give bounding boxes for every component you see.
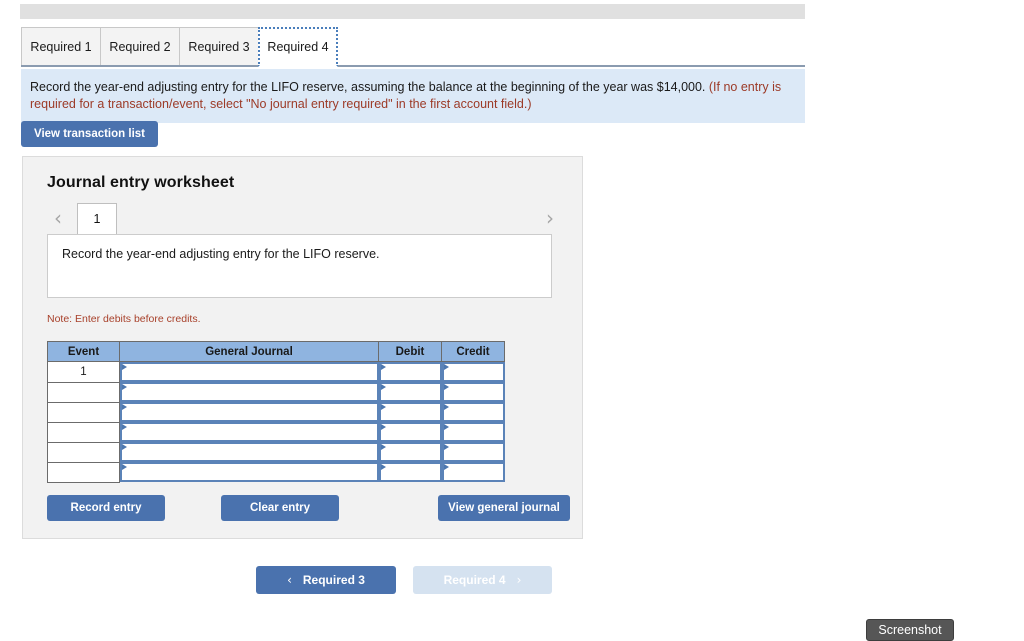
credit-cell[interactable] [441, 462, 505, 482]
debit-cell[interactable] [378, 422, 442, 442]
general-journal-input[interactable] [120, 402, 379, 422]
debit-input[interactable] [378, 422, 442, 442]
bottom-navigation: ‹ Required 3 Required 4 › [256, 566, 552, 594]
worksheet-description-box: Record the year-end adjusting entry for … [47, 234, 552, 298]
tab-label: Required 4 [267, 40, 329, 54]
tab-label: Required 1 [30, 39, 92, 54]
credit-cell[interactable] [441, 382, 505, 402]
general-journal-cell[interactable] [120, 462, 379, 482]
general-journal-cell[interactable] [120, 442, 379, 462]
column-header-event: Event [47, 341, 120, 362]
table-row [47, 381, 505, 403]
event-number-cell [47, 461, 120, 483]
screenshot-button[interactable]: Screenshot [866, 619, 954, 641]
table-row [47, 441, 505, 463]
top-gray-strip [20, 4, 805, 19]
previous-required-label: Required 3 [302, 573, 365, 587]
debit-cell[interactable] [378, 462, 442, 482]
column-header-credit: Credit [441, 341, 505, 362]
worksheet-pager: ‹ 1 › [47, 203, 559, 234]
required-tab-bar: Required 1 Required 2 Required 3 Require… [21, 27, 805, 67]
table-row [47, 461, 505, 483]
general-journal-input[interactable] [120, 382, 379, 402]
table-row [47, 421, 505, 443]
next-required-button: Required 4 › [413, 566, 552, 594]
view-general-journal-button[interactable]: View general journal [438, 495, 570, 521]
credit-cell[interactable] [441, 422, 505, 442]
general-journal-input[interactable] [120, 442, 379, 462]
tab-label: Required 2 [109, 39, 171, 54]
general-journal-cell[interactable] [120, 362, 379, 382]
debit-cell[interactable] [378, 442, 442, 462]
credit-input[interactable] [441, 402, 505, 422]
debit-input[interactable] [378, 402, 442, 422]
chevron-right-icon[interactable]: › [541, 207, 559, 229]
view-transaction-list-label: View transaction list [34, 128, 145, 140]
general-journal-input[interactable] [120, 422, 379, 442]
previous-required-button[interactable]: ‹ Required 3 [256, 566, 396, 594]
journal-entry-worksheet-panel: Journal entry worksheet ‹ 1 › Record the… [22, 156, 583, 539]
credit-input[interactable] [441, 382, 505, 402]
tab-label: Required 3 [188, 39, 250, 54]
table-row: 1 [47, 361, 505, 383]
debit-input[interactable] [378, 462, 442, 482]
debit-input[interactable] [378, 382, 442, 402]
worksheet-description-text: Record the year-end adjusting entry for … [62, 247, 380, 261]
tab-required-4[interactable]: Required 4 [258, 27, 338, 67]
view-transaction-list-button[interactable]: View transaction list [21, 121, 158, 147]
column-header-general-journal: General Journal [119, 341, 379, 362]
debit-cell[interactable] [378, 362, 442, 382]
instruction-main-text: Record the year-end adjusting entry for … [30, 80, 709, 94]
debits-before-credits-note: Note: Enter debits before credits. [47, 313, 201, 325]
worksheet-action-bar: Record entry Clear entry View general jo… [47, 495, 570, 521]
credit-cell[interactable] [441, 402, 505, 422]
general-journal-input[interactable] [120, 362, 379, 382]
journal-entry-table: Event General Journal Debit Credit 1 [47, 341, 505, 483]
instruction-panel: Record the year-end adjusting entry for … [21, 69, 805, 123]
debit-cell[interactable] [378, 382, 442, 402]
column-header-debit: Debit [378, 341, 442, 362]
chevron-right-icon: › [516, 573, 522, 587]
clear-entry-button[interactable]: Clear entry [221, 495, 339, 521]
event-number-cell [47, 421, 120, 443]
worksheet-title: Journal entry worksheet [47, 174, 235, 191]
screenshot-label: Screenshot [878, 623, 942, 637]
event-number-cell: 1 [47, 361, 120, 383]
table-row [47, 401, 505, 423]
tab-required-3[interactable]: Required 3 [179, 27, 259, 65]
credit-cell[interactable] [441, 362, 505, 382]
event-number-cell [47, 381, 120, 403]
credit-input[interactable] [441, 362, 505, 382]
debit-input[interactable] [378, 362, 442, 382]
debit-cell[interactable] [378, 402, 442, 422]
tab-required-1[interactable]: Required 1 [21, 27, 101, 65]
worksheet-page-tab-1[interactable]: 1 [77, 203, 117, 234]
general-journal-cell[interactable] [120, 382, 379, 402]
credit-cell[interactable] [441, 442, 505, 462]
general-journal-input[interactable] [120, 462, 379, 482]
credit-input[interactable] [441, 442, 505, 462]
chevron-left-icon[interactable]: ‹ [49, 207, 67, 229]
record-entry-label: Record entry [70, 502, 142, 514]
event-number-cell [47, 401, 120, 423]
debit-input[interactable] [378, 442, 442, 462]
general-journal-cell[interactable] [120, 402, 379, 422]
view-general-journal-label: View general journal [448, 502, 560, 514]
next-required-label: Required 4 [443, 573, 506, 587]
credit-input[interactable] [441, 462, 505, 482]
event-number-cell [47, 441, 120, 463]
record-entry-button[interactable]: Record entry [47, 495, 165, 521]
general-journal-cell[interactable] [120, 422, 379, 442]
clear-entry-label: Clear entry [249, 502, 311, 514]
tab-required-2[interactable]: Required 2 [100, 27, 180, 65]
credit-input[interactable] [441, 422, 505, 442]
table-header-row: Event General Journal Debit Credit [47, 341, 505, 362]
worksheet-page-number: 1 [93, 212, 101, 226]
chevron-left-icon: ‹ [287, 573, 292, 587]
